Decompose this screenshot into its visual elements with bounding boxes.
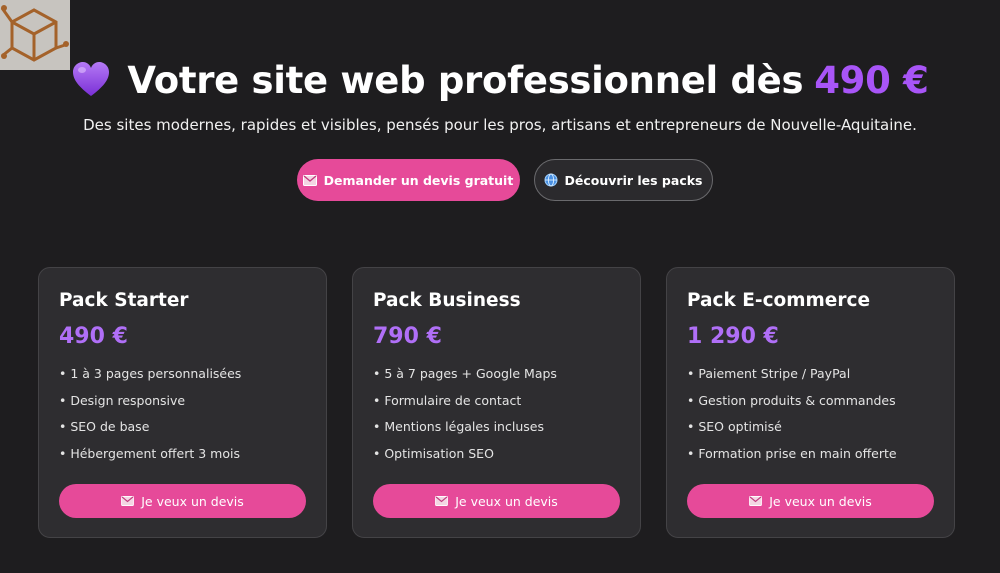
pack-price: 790 € [373,324,442,349]
discover-packs-label: Découvrir les packs [564,172,703,188]
feature-item: • 1 à 3 pages personnalisées [59,366,242,381]
business-quote-button[interactable]: Je veux un devis [373,484,620,518]
cta-row: Demander un devis gratuit Découvrir les … [0,159,1000,201]
quote-button-label: Je veux un devis [141,493,244,509]
feature-item: • 5 à 7 pages + Google Maps [373,366,557,381]
envelope-icon [435,496,449,506]
quote-button-label: Je veux un devis [455,493,558,509]
feature-item: • Optimisation SEO [373,445,494,461]
ecommerce-quote-button[interactable]: Je veux un devis [687,484,934,518]
pack-name: Pack E-commerce [687,290,870,311]
feature-item: • Gestion produits & commandes [687,392,896,408]
hero-title-text: Votre site web professionnel dès [127,58,804,102]
envelope-icon [749,496,763,506]
pack-card-starter: Pack Starter 490 € • 1 à 3 pages personn… [38,267,327,538]
feature-item: • Hébergement offert 3 mois [59,445,240,461]
globe-icon [544,173,558,187]
pack-name: Pack Starter [59,290,189,311]
starter-quote-button[interactable]: Je veux un devis [59,484,306,518]
feature-item: • Paiement Stripe / PayPal [687,366,851,381]
feature-item: • Formation prise en main offerte [687,445,897,461]
request-quote-button[interactable]: Demander un devis gratuit [296,159,520,201]
feature-item: • Design responsive [59,392,186,408]
pack-price: 490 € [59,324,128,349]
pricing-cards: Pack Starter 490 € • 1 à 3 pages personn… [38,267,955,538]
hero-section: Votre site web professionnel dès 490 € D… [0,54,1000,134]
discover-packs-button[interactable]: Découvrir les packs [533,159,713,201]
feature-item: • Formulaire de contact [373,392,522,408]
envelope-icon [302,174,317,186]
pack-features: • 5 à 7 pages + Google Maps • Formulaire… [373,366,620,472]
pack-card-business: Pack Business 790 € • 5 à 7 pages + Goog… [352,267,641,538]
hero-title: Votre site web professionnel dès 490 € [0,54,1000,106]
pack-price: 1 290 € [687,324,779,349]
feature-item: • SEO de base [59,419,150,434]
request-quote-label: Demander un devis gratuit [323,172,514,188]
purple-heart-icon [73,62,110,96]
quote-button-label: Je veux un devis [769,493,872,509]
pack-name: Pack Business [373,290,521,311]
feature-item: • SEO optimisé [687,419,782,434]
hero-subtitle: Des sites modernes, rapides et visibles,… [83,116,917,134]
hero-title-price: 490 € [814,58,929,102]
feature-item: • Mentions légales incluses [373,419,544,434]
pack-features: • 1 à 3 pages personnalisées • Design re… [59,366,306,472]
pack-card-ecommerce: Pack E-commerce 1 290 € • Paiement Strip… [666,267,955,538]
envelope-icon [121,496,135,506]
pack-features: • Paiement Stripe / PayPal • Gestion pro… [687,366,934,472]
